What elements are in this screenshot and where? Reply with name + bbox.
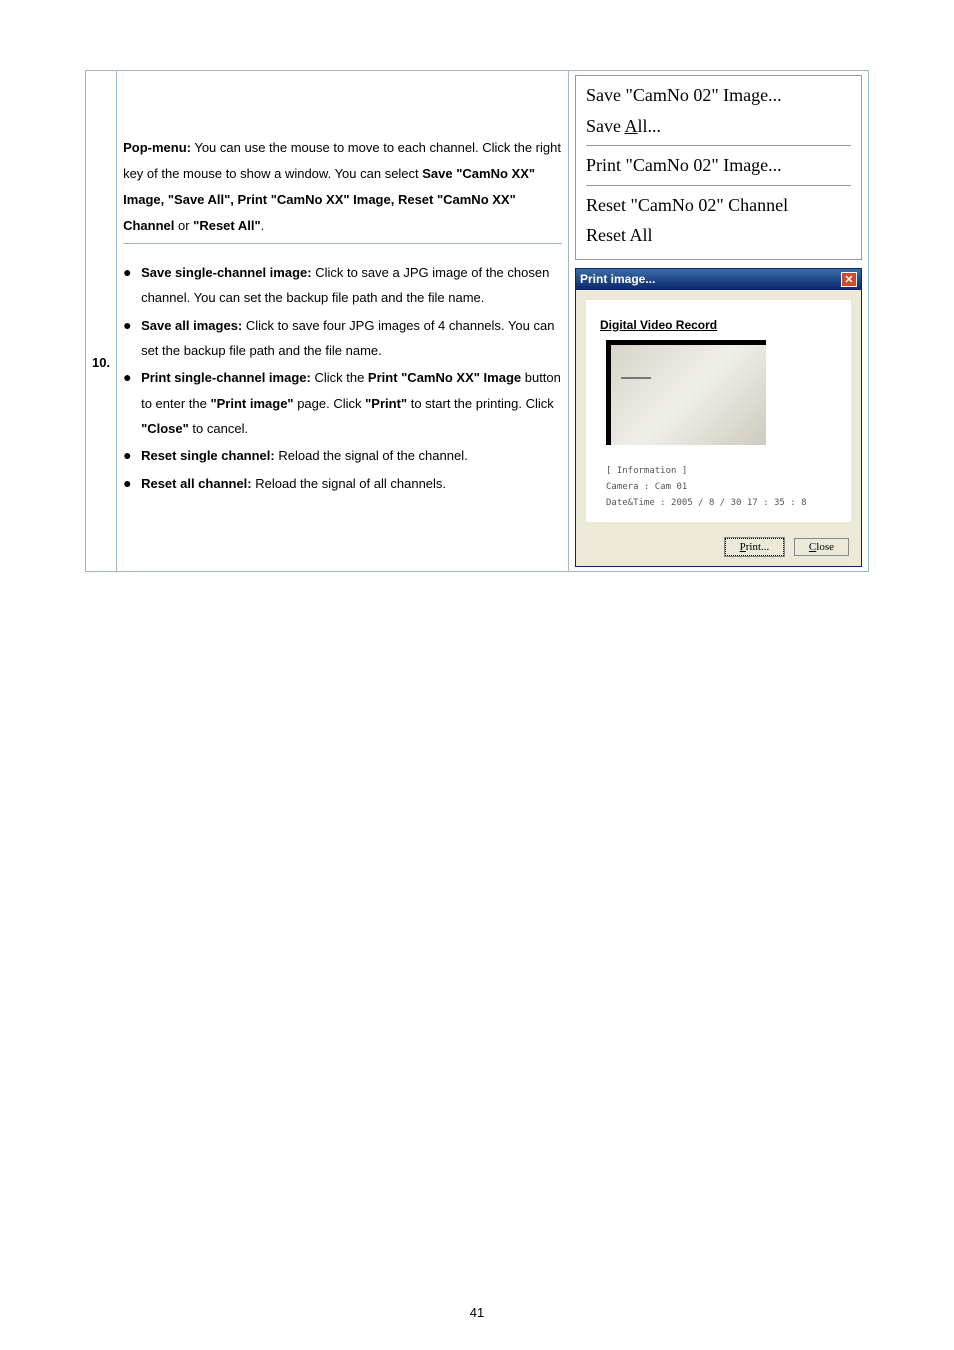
- bullet-text: Print single-channel image: Click the Pr…: [141, 365, 562, 441]
- menu-separator: [586, 185, 851, 186]
- list-item: ● Print single-channel image: Click the …: [123, 365, 562, 441]
- bullet-title: Save single-channel image:: [141, 265, 312, 280]
- b2p7: "Close": [141, 421, 189, 436]
- dialog-button-row: Print... Close: [576, 532, 861, 566]
- print-button[interactable]: Print...: [725, 538, 785, 556]
- t: ll...: [638, 116, 662, 136]
- bullet-icon: ●: [123, 471, 141, 496]
- close-button[interactable]: Close: [794, 538, 849, 556]
- b2p1: Print "CamNo XX" Image: [368, 370, 521, 385]
- page: 10. Pop-menu: You can use the mouse to m…: [0, 0, 954, 1350]
- dialog-body: Digital Video Record [ Information ] Cam…: [586, 300, 851, 522]
- b2p6: to start the printing. Click: [407, 396, 554, 411]
- bullet-icon: ●: [123, 313, 141, 338]
- menu-item-reset-channel[interactable]: Reset "CamNo 02" Channel: [586, 190, 851, 221]
- menu-item-reset-all[interactable]: Reset All: [586, 220, 851, 251]
- info-header: [ Information ]: [606, 463, 837, 479]
- t: Save: [586, 116, 625, 136]
- intro-paragraph: Pop-menu: You can use the mouse to move …: [123, 135, 562, 244]
- info-block: [ Information ] Camera : Cam 01 Date&Tim…: [600, 463, 837, 512]
- menu-item-save-all[interactable]: Save All...: [586, 111, 851, 142]
- intro-t3: .: [261, 218, 265, 233]
- list-item: ● Save single-channel image: Click to sa…: [123, 260, 562, 311]
- bullet-title: Save all images:: [141, 318, 242, 333]
- context-menu: Save "CamNo 02" Image... Save All... Pri…: [575, 75, 862, 260]
- bullet-text: Reset single channel: Reload the signal …: [141, 443, 562, 468]
- bullet-body: Reload the signal of all channels.: [252, 476, 446, 491]
- bullet-title: Print single-channel image:: [141, 370, 311, 385]
- text-cell: Pop-menu: You can use the mouse to move …: [117, 71, 569, 572]
- info-datetime: Date&Time : 2005 / 8 / 30 17 : 35 : 8: [606, 495, 837, 511]
- bullet-icon: ●: [123, 365, 141, 390]
- b2p0: Click the: [311, 370, 368, 385]
- bullet-icon: ●: [123, 443, 141, 468]
- b2p4: page. Click: [294, 396, 366, 411]
- info-camera: Camera : Cam 01: [606, 479, 837, 495]
- bullet-text: Save single-channel image: Click to save…: [141, 260, 562, 311]
- row-number-cell: 10.: [86, 71, 117, 572]
- b2p5: "Print": [365, 396, 407, 411]
- dialog-title: Print image...: [580, 272, 655, 286]
- dialog-titlebar: Print image... ✕: [576, 269, 861, 290]
- intro-lead: Pop-menu:: [123, 140, 191, 155]
- bullet-title: Reset single channel:: [141, 448, 275, 463]
- t: lose: [816, 541, 834, 553]
- menu-item-print-image[interactable]: Print "CamNo 02" Image...: [586, 150, 851, 181]
- close-icon[interactable]: ✕: [841, 272, 857, 287]
- page-number: 41: [0, 1305, 954, 1320]
- print-image-dialog: Print image... ✕ Digital Video Record [ …: [575, 268, 862, 567]
- list-item: ● Save all images: Click to save four JP…: [123, 313, 562, 364]
- t: rint...: [746, 541, 770, 553]
- menu-item-save-image[interactable]: Save "CamNo 02" Image...: [586, 80, 851, 111]
- u: A: [625, 116, 638, 136]
- bullet-list: ● Save single-channel image: Click to sa…: [123, 260, 562, 502]
- menu-separator: [586, 145, 851, 146]
- dvr-heading: Digital Video Record: [600, 318, 837, 332]
- bullet-icon: ●: [123, 260, 141, 285]
- intro-t2: or: [174, 218, 193, 233]
- list-item: ● Reset all channel: Reload the signal o…: [123, 471, 562, 496]
- camera-preview-image: [606, 340, 766, 445]
- bullet-body: Reload the signal of the channel.: [275, 448, 468, 463]
- bullet-text: Reset all channel: Reload the signal of …: [141, 471, 562, 496]
- row-number: 10.: [92, 355, 110, 370]
- intro-b2: "Reset All": [193, 218, 260, 233]
- b2p3: "Print image": [210, 396, 293, 411]
- bullet-title: Reset all channel:: [141, 476, 252, 491]
- bullet-text: Save all images: Click to save four JPG …: [141, 313, 562, 364]
- b2p8: to cancel.: [189, 421, 248, 436]
- list-item: ● Reset single channel: Reload the signa…: [123, 443, 562, 468]
- content-table: 10. Pop-menu: You can use the mouse to m…: [85, 70, 869, 572]
- screenshot-cell: Save "CamNo 02" Image... Save All... Pri…: [569, 71, 869, 572]
